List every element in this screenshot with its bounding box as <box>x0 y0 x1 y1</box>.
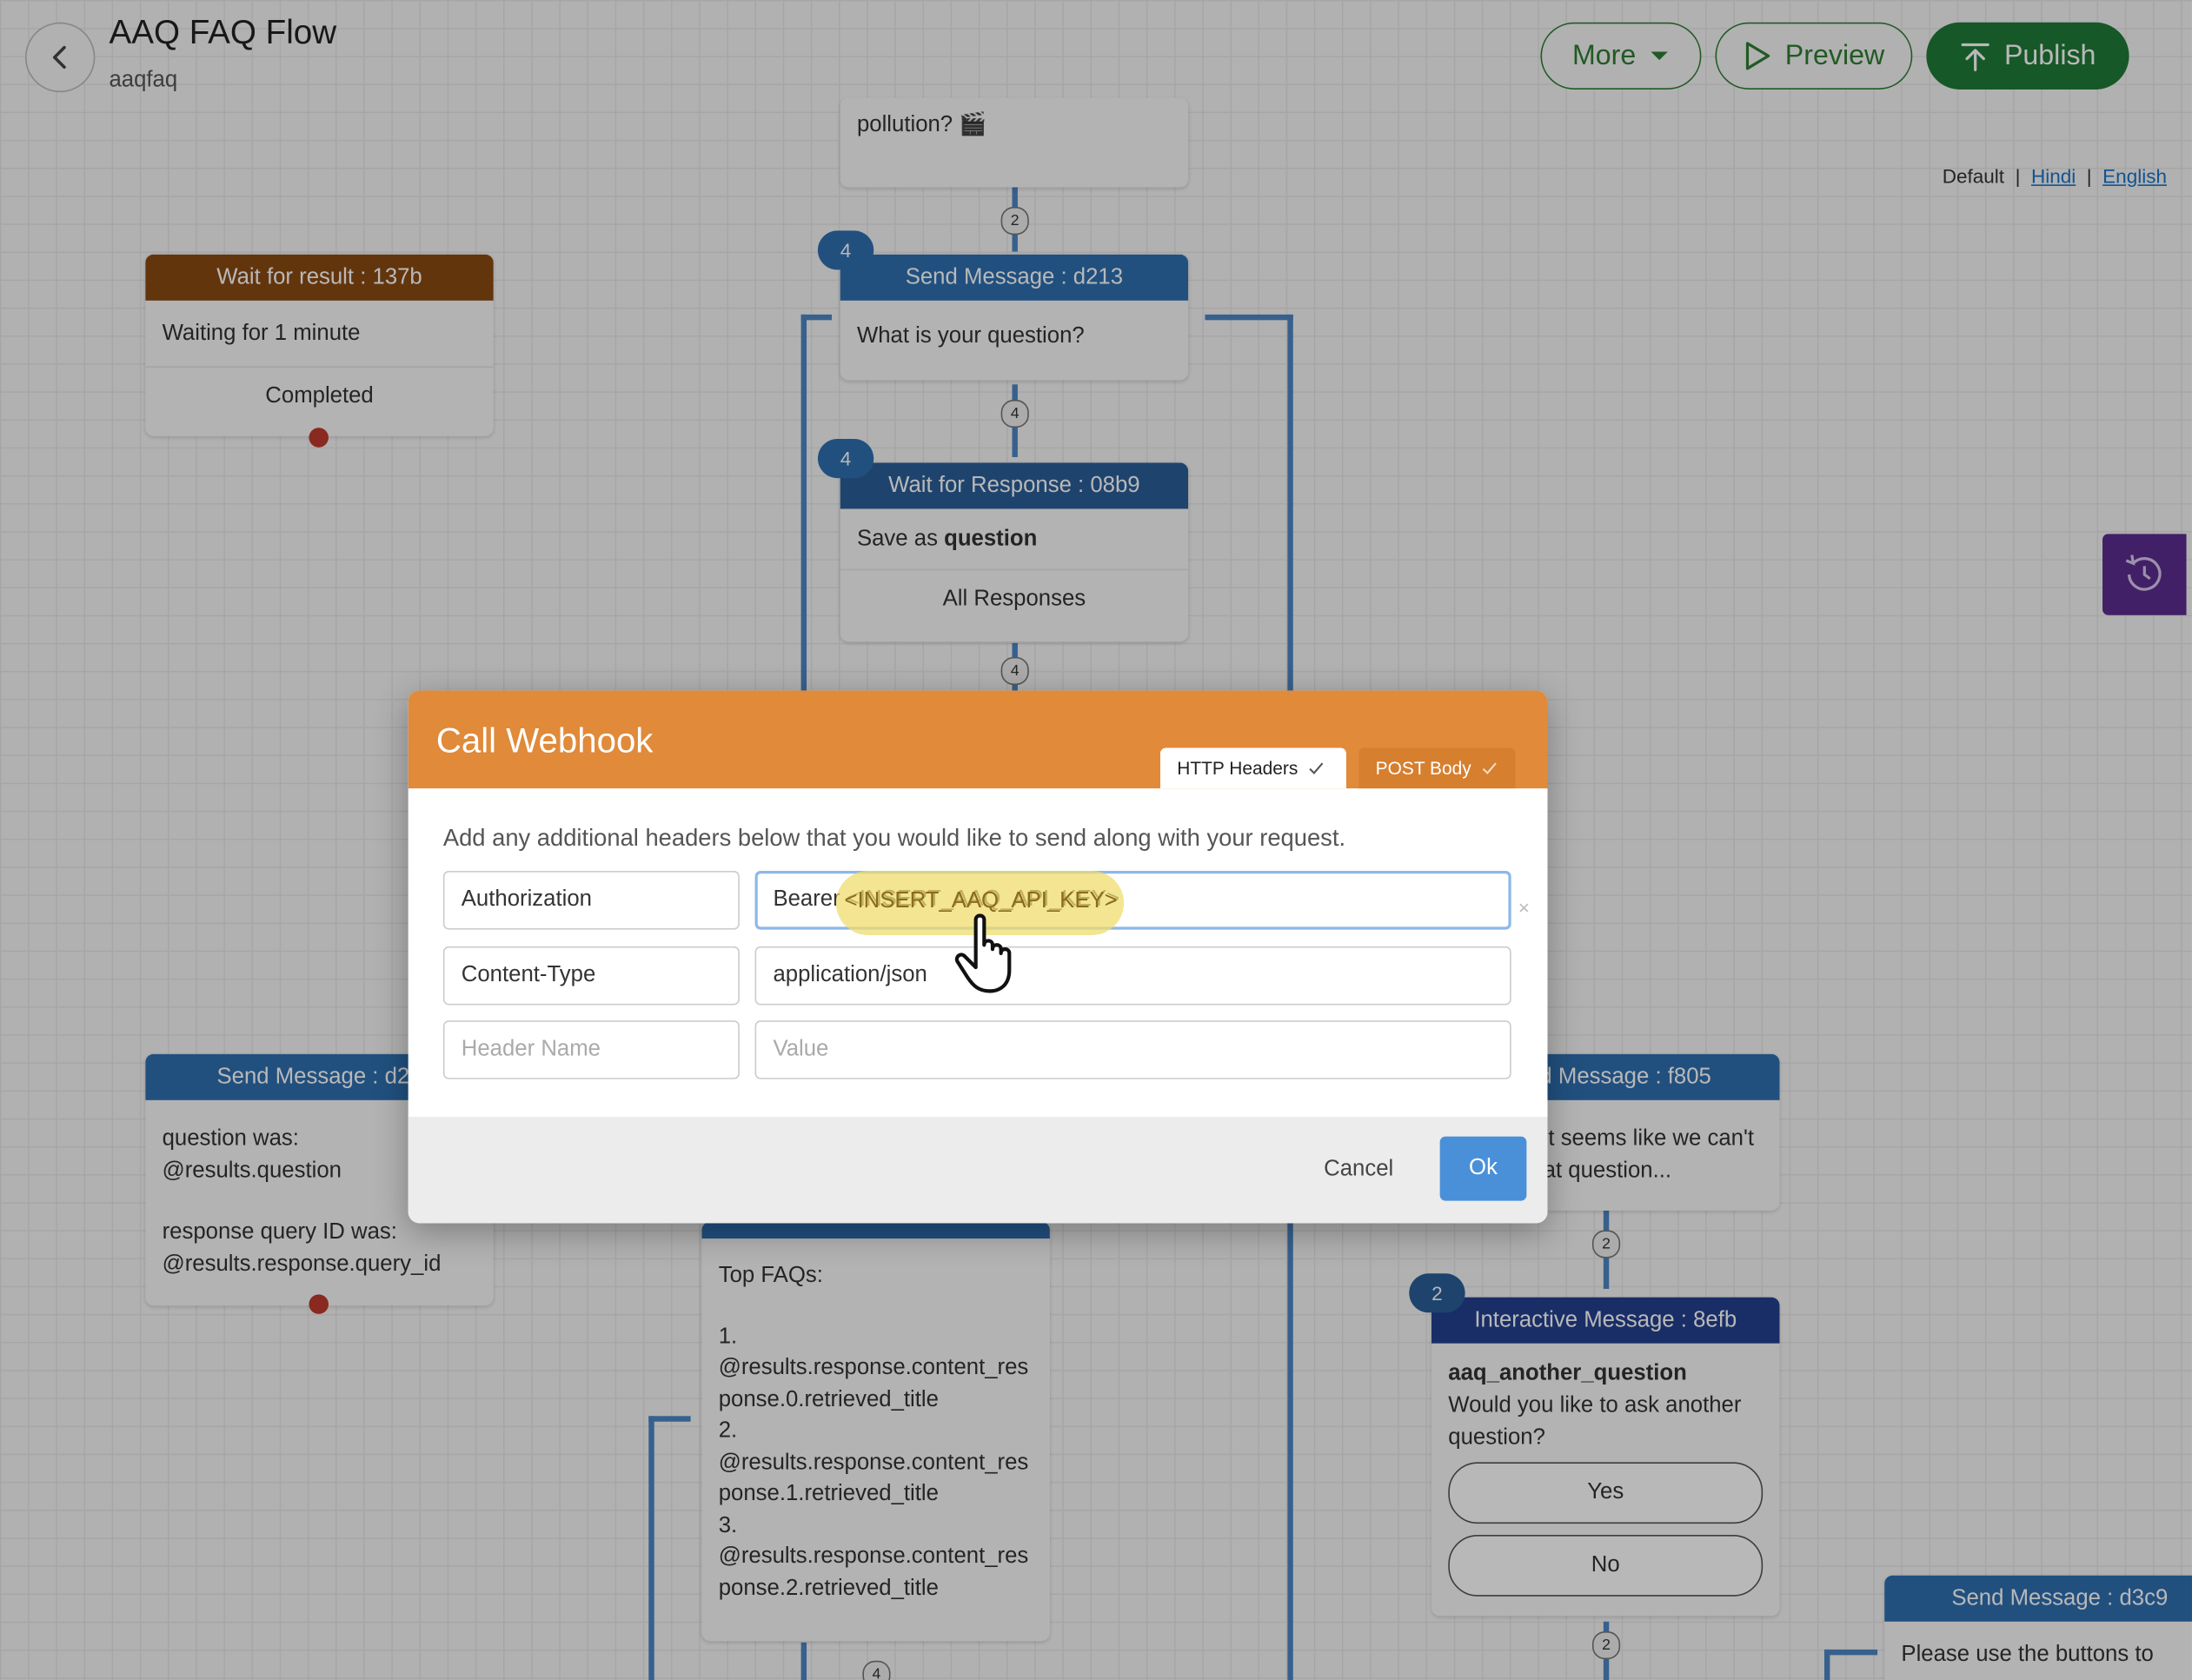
header-name-input[interactable] <box>442 1020 740 1079</box>
remove-header-icon[interactable]: × <box>1518 898 1530 918</box>
header-name-field[interactable]: Content-Type <box>442 946 740 1006</box>
hand-cursor-icon <box>954 913 1012 993</box>
dialog-header: Call Webhook HTTP Headers POST Body <box>408 690 1548 789</box>
check-icon <box>1310 762 1325 774</box>
dialog-description: Add any additional headers below that yo… <box>442 824 1346 852</box>
tab-post-body[interactable]: POST Body <box>1358 747 1516 789</box>
header-value-field[interactable]: application/json <box>754 946 1511 1006</box>
dialog-title: Call Webhook <box>435 720 654 760</box>
tab-http-headers[interactable]: HTTP Headers <box>1159 747 1346 789</box>
ok-button[interactable]: Ok <box>1439 1136 1527 1201</box>
tab-label: HTTP Headers <box>1177 757 1299 779</box>
header-value-input[interactable] <box>754 1020 1511 1079</box>
tab-label: POST Body <box>1375 757 1471 779</box>
cancel-button[interactable]: Cancel <box>1324 1158 1393 1183</box>
check-icon <box>1483 762 1498 774</box>
flow-editor-root: AAQ FAQ Flow aaqfaq More Preview Publish… <box>0 0 2192 1680</box>
header-name-field[interactable]: Authorization <box>442 871 740 930</box>
